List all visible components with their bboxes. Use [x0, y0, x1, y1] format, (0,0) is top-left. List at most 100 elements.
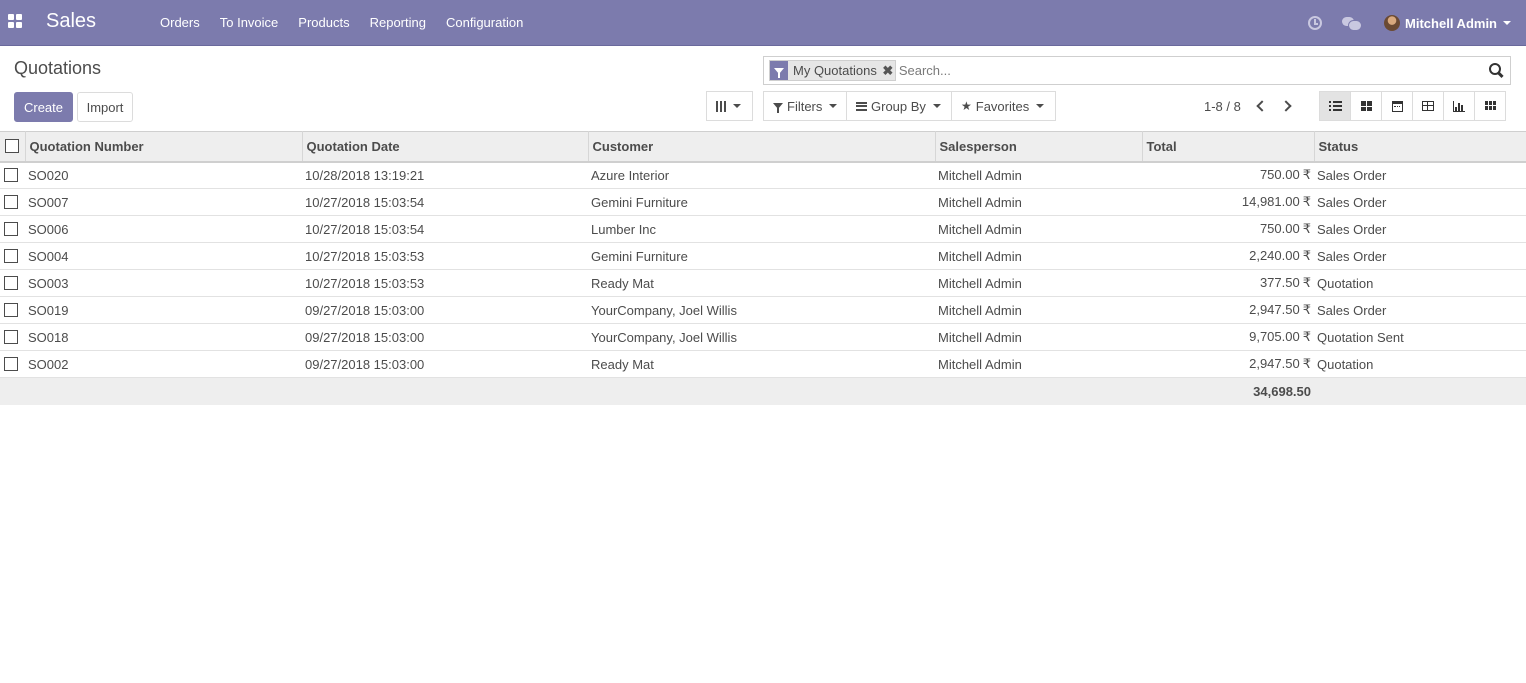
- menu-item-configuration[interactable]: Configuration: [436, 0, 533, 46]
- pager-previous-icon[interactable]: [1256, 100, 1268, 112]
- graph-view-icon: [1453, 100, 1465, 112]
- kanban-view-button[interactable]: [1350, 91, 1382, 121]
- cell-salesperson: Mitchell Admin: [938, 167, 1022, 183]
- row-checkbox[interactable]: [4, 168, 18, 183]
- table-row[interactable]: SO004 10/27/2018 15:03:53 Gemini Furnitu…: [0, 243, 1526, 270]
- user-menu-name[interactable]: Mitchell Admin: [1405, 16, 1497, 31]
- row-checkbox[interactable]: [4, 195, 18, 209]
- cell-number: SO019: [28, 302, 69, 318]
- graph-view-button[interactable]: [1443, 91, 1475, 121]
- caret-down-icon: [1036, 104, 1045, 108]
- cell-number: SO020: [28, 167, 69, 183]
- total-amount: 377.50: [1259, 275, 1300, 290]
- cell-customer: Ready Mat: [591, 356, 654, 372]
- list-view-button[interactable]: [1319, 91, 1351, 121]
- currency-symbol: ₹: [1302, 248, 1311, 263]
- column-header-total[interactable]: Total: [1141, 131, 1314, 162]
- column-header-salesperson[interactable]: Salesperson: [934, 131, 1142, 162]
- table-row[interactable]: SO020 10/28/2018 13:19:21 Azure Interior…: [0, 162, 1526, 189]
- cell-status: Sales Order: [1317, 167, 1387, 183]
- row-checkbox[interactable]: [4, 330, 18, 344]
- column-header-number[interactable]: Quotation Number: [24, 131, 302, 162]
- cell-salesperson: Mitchell Admin: [938, 302, 1022, 318]
- pivot-view-icon: [1422, 101, 1434, 111]
- column-toggle-group: [706, 91, 753, 121]
- facet-remove-icon[interactable]: ✖: [881, 63, 895, 79]
- user-menu-caret-icon[interactable]: [1503, 21, 1511, 25]
- menu-item-orders[interactable]: Orders: [150, 0, 210, 46]
- table-row[interactable]: SO007 10/27/2018 15:03:54 Gemini Furnitu…: [0, 189, 1526, 216]
- pager-next-icon[interactable]: [1280, 100, 1292, 112]
- caret-down-icon: [932, 104, 941, 108]
- cell-status: Sales Order: [1317, 194, 1387, 210]
- list-view-icon: [1328, 101, 1342, 111]
- currency-symbol: ₹: [1302, 329, 1311, 344]
- apps-menu-icon[interactable]: [8, 14, 22, 28]
- cell-total: 377.50 ₹: [1142, 270, 1314, 297]
- table-row[interactable]: SO002 09/27/2018 15:03:00 Ready Mat Mitc…: [0, 351, 1526, 378]
- search-bar: My Quotations ✖: [763, 56, 1511, 85]
- menu-item-to-invoice[interactable]: To Invoice: [210, 0, 289, 46]
- search-facet-label: My Quotations: [793, 63, 877, 78]
- total-amount: 14,981.00: [1241, 194, 1300, 209]
- columns-icon: [716, 100, 726, 112]
- group-by-button[interactable]: Group By: [846, 91, 952, 121]
- filter-facet-icon: [770, 61, 788, 80]
- menu-item-products[interactable]: Products: [288, 0, 359, 46]
- table-header-row: Quotation Number Quotation Date Customer…: [0, 131, 1526, 162]
- table-row[interactable]: SO003 10/27/2018 15:03:53 Ready Mat Mitc…: [0, 270, 1526, 297]
- row-checkbox[interactable]: [4, 222, 18, 236]
- total-amount: 9,705.00: [1249, 329, 1300, 344]
- cell-date: 10/27/2018 15:03:54: [305, 221, 425, 237]
- cell-number: SO002: [28, 356, 69, 372]
- total-amount: 750.00: [1259, 167, 1300, 183]
- column-header-date[interactable]: Quotation Date: [301, 131, 588, 162]
- optional-columns-button[interactable]: [706, 91, 753, 121]
- quotations-table: Quotation Number Quotation Date Customer…: [0, 131, 1526, 405]
- favorites-button[interactable]: ★ Favorites: [951, 91, 1056, 121]
- filter-icon: [773, 103, 783, 113]
- app-brand[interactable]: Sales: [46, 10, 96, 33]
- activity-clock-icon[interactable]: [1308, 16, 1323, 30]
- cell-status: Sales Order: [1317, 248, 1387, 264]
- favorites-label: Favorites: [975, 98, 1030, 114]
- pivot-view-button[interactable]: [1412, 91, 1444, 121]
- import-button[interactable]: Import: [77, 92, 133, 122]
- breadcrumb: Quotations: [14, 58, 102, 78]
- star-icon: ★: [961, 99, 972, 113]
- currency-symbol: ₹: [1302, 356, 1311, 371]
- menu-item-reporting[interactable]: Reporting: [360, 0, 436, 46]
- total-amount: 2,947.50: [1249, 356, 1300, 371]
- messaging-chat-icon[interactable]: [1342, 16, 1363, 31]
- table-row[interactable]: SO006 10/27/2018 15:03:54 Lumber Inc Mit…: [0, 216, 1526, 243]
- group-by-label: Group By: [871, 98, 926, 114]
- table-row[interactable]: SO019 09/27/2018 15:03:00 YourCompany, J…: [0, 297, 1526, 324]
- cell-salesperson: Mitchell Admin: [938, 356, 1022, 372]
- pager-value[interactable]: 1-8 / 8: [1204, 99, 1241, 114]
- search-input[interactable]: [898, 63, 1489, 78]
- column-header-customer[interactable]: Customer: [587, 131, 935, 162]
- cell-salesperson: Mitchell Admin: [938, 194, 1022, 210]
- cell-status: Sales Order: [1317, 221, 1387, 237]
- caret-down-icon: [829, 104, 838, 108]
- row-checkbox[interactable]: [4, 276, 18, 290]
- column-header-status[interactable]: Status: [1313, 131, 1526, 162]
- filters-button[interactable]: Filters: [763, 91, 847, 121]
- row-checkbox[interactable]: [4, 357, 18, 371]
- cell-salesperson: Mitchell Admin: [938, 221, 1022, 237]
- cell-number: SO018: [28, 329, 69, 345]
- calendar-view-button[interactable]: [1381, 91, 1413, 121]
- row-checkbox[interactable]: [4, 303, 18, 317]
- cell-customer: Ready Mat: [591, 275, 654, 291]
- create-button[interactable]: Create: [14, 92, 73, 122]
- cell-salesperson: Mitchell Admin: [938, 275, 1022, 291]
- select-all-checkbox[interactable]: [5, 139, 19, 154]
- cell-status: Sales Order: [1317, 302, 1387, 318]
- row-checkbox[interactable]: [4, 249, 18, 263]
- search-icon[interactable]: [1489, 63, 1504, 78]
- activity-view-button[interactable]: [1474, 91, 1506, 121]
- table-row[interactable]: SO018 09/27/2018 15:03:00 YourCompany, J…: [0, 324, 1526, 351]
- cell-number: SO006: [28, 221, 69, 237]
- avatar[interactable]: [1384, 15, 1401, 31]
- cell-number: SO004: [28, 248, 69, 264]
